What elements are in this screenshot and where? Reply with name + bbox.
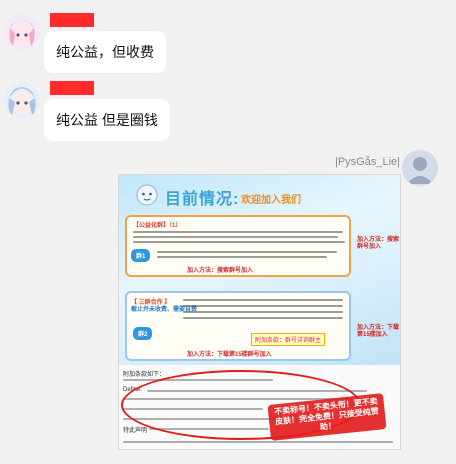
sender-name-redacted [50, 13, 94, 27]
text-line [183, 317, 343, 319]
side-note: 加入方法：下载第15楼加入 [357, 325, 400, 338]
poster: 目前情况: 欢迎加入我们 【公益化群】（1） 群1 加入方法：搜索群号加入 加入… [119, 175, 400, 365]
side-note: 加入方法：搜索群号加入 [357, 237, 400, 250]
text-line [157, 256, 327, 258]
avatar[interactable] [4, 82, 40, 118]
text-line [183, 299, 343, 301]
avatar[interactable] [402, 150, 438, 186]
tag-note: 附加条款：群号详询群主 [251, 333, 326, 346]
message-bubble[interactable]: 纯公益，但收费 [44, 31, 166, 73]
text-line [183, 311, 343, 313]
text-line [133, 241, 345, 243]
text-line [157, 251, 337, 253]
join-method: 加入方法：搜索群号加入 [187, 268, 254, 274]
text-line [183, 305, 343, 307]
sender-name-redacted [50, 81, 94, 95]
poster-heading: 目前情况: [165, 191, 240, 208]
text-line [133, 236, 338, 238]
group-badge: 群2 [133, 327, 153, 340]
text-line [123, 441, 393, 443]
avatar-icon [4, 82, 40, 118]
sender-name: |PysGås_Lie| [334, 156, 400, 168]
avatar-icon [4, 14, 40, 50]
document-section: 附加条款如下： Define: 特此声明 不卖称号！不卖头衔！更不卖皮肤！完全免… [119, 365, 400, 449]
message-text: 纯公益 但是圈钱 [56, 112, 158, 128]
avatar-icon [402, 150, 438, 186]
group-info-box: 【 三群合作 】 截止并未收费、需要自费 群2 附加条款：群号详询群主 加入方法… [125, 291, 351, 361]
group-info-box: 【公益化群】（1） 群1 加入方法：搜索群号加入 [125, 215, 351, 277]
text-line [133, 231, 343, 233]
poster-slogan: 欢迎加入我们 [241, 195, 301, 206]
join-method: 加入方法：下载第15楼群号加入 [187, 352, 272, 358]
message-text: 纯公益，但收费 [56, 44, 154, 60]
shared-image[interactable]: 目前情况: 欢迎加入我们 【公益化群】（1） 群1 加入方法：搜索群号加入 加入… [118, 174, 401, 450]
doc-label: 特此声明 [123, 428, 148, 434]
mascot-icon [136, 184, 158, 206]
avatar[interactable] [4, 14, 40, 50]
message-bubble[interactable]: 纯公益 但是圈钱 [44, 99, 170, 141]
group-badge: 群1 [131, 249, 151, 262]
box-title: 【公益化群】（1） [133, 223, 182, 229]
doc-label: 附加条款如下： [123, 372, 166, 378]
